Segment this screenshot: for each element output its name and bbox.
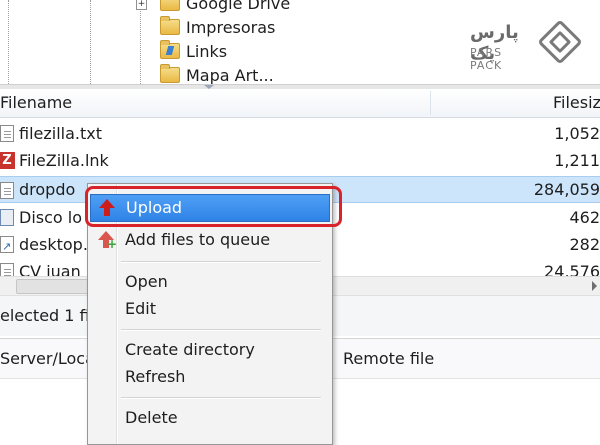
tree-guide-line — [90, 0, 91, 84]
menu-separator — [121, 397, 321, 399]
menu-item-refresh[interactable]: Refresh — [90, 364, 328, 390]
filezilla-icon: Z — [0, 152, 15, 169]
tree-guide-line — [8, 0, 9, 84]
file-row[interactable]: Z FileZilla.lnk 1,211 — [0, 147, 600, 174]
file-name: FileZilla.lnk — [19, 151, 109, 170]
links-folder-icon — [160, 40, 180, 59]
file-row[interactable]: filezilla.txt 1,052 — [0, 120, 600, 147]
menu-separator — [121, 261, 321, 263]
selection-status-text: elected 1 fil — [0, 306, 95, 325]
scroll-right-arrow-icon[interactable] — [592, 281, 597, 291]
menu-item-create-directory[interactable]: Create directory — [90, 337, 328, 363]
file-size: 284,059 — [533, 180, 600, 199]
column-divider[interactable] — [430, 91, 431, 115]
tree-item-label: Links — [186, 41, 228, 61]
menu-separator — [121, 329, 321, 331]
menu-item-label: Create directory — [125, 340, 255, 359]
disk-icon — [0, 209, 14, 226]
tree-item-impresoras[interactable]: Impresoras — [160, 16, 275, 38]
menu-item-label: Refresh — [125, 367, 186, 386]
menu-item-label: Add files to queue — [125, 230, 271, 249]
tree-item-google-drive[interactable]: Google Drive — [160, 0, 290, 14]
file-size: 24,576 — [544, 262, 600, 276]
text-file-icon — [0, 125, 14, 142]
file-size: 1,211 — [554, 151, 600, 170]
file-size: 1,052 — [554, 124, 600, 143]
menu-item-open[interactable]: Open — [90, 269, 328, 295]
menu-item-label: Edit — [125, 299, 156, 318]
document-icon — [0, 263, 14, 276]
column-header-filename[interactable]: Filename — [0, 89, 72, 117]
tree-item-mapa[interactable]: Mapa Art... — [160, 64, 274, 84]
menu-item-delete[interactable]: Delete — [90, 405, 328, 431]
tree-item-label: Impresoras — [186, 17, 276, 37]
parspack-logo-mark-icon — [537, 19, 583, 65]
parspack-logo: پارس پک PARS PACK — [470, 19, 583, 72]
menu-item-label: Open — [125, 272, 168, 291]
settings-file-icon — [0, 233, 14, 260]
folder-icon — [160, 64, 180, 83]
tree-item-links[interactable]: Links — [160, 40, 227, 62]
folder-icon — [160, 16, 180, 35]
menu-item-label: Delete — [125, 408, 178, 427]
file-name: Disco lo — [19, 208, 83, 227]
file-name: desktop. — [19, 235, 88, 254]
column-header-server-local[interactable]: Server/Loca — [0, 349, 95, 368]
file-icon — [0, 182, 14, 199]
column-header-filesize[interactable]: Filesize — [553, 89, 600, 117]
file-name: filezilla.txt — [19, 124, 103, 143]
file-size: 282 — [569, 235, 600, 254]
logo-english-text: PARS PACK — [470, 46, 503, 72]
upload-highlight-annotation — [85, 186, 342, 227]
file-list-header: Filename Filesize — [0, 89, 600, 118]
column-header-remote-file[interactable]: Remote file — [343, 349, 434, 368]
google-drive-folder-icon — [160, 0, 180, 11]
file-name: CV juan — [19, 262, 81, 276]
tree-item-label: Google Drive — [186, 0, 291, 13]
tree-guide-line — [140, 0, 141, 84]
menu-item-add-to-queue[interactable]: + Add files to queue — [90, 227, 328, 253]
tree-item-label: Mapa Art... — [186, 65, 274, 85]
file-size: 462 — [569, 208, 600, 227]
local-directory-tree[interactable]: + Google Drive Impresoras Links Mapa Art… — [0, 0, 600, 84]
add-to-queue-icon: + — [98, 231, 117, 250]
file-name: dropdo — [19, 180, 76, 199]
expand-icon[interactable]: + — [136, 0, 147, 10]
menu-item-edit[interactable]: Edit — [90, 296, 328, 322]
